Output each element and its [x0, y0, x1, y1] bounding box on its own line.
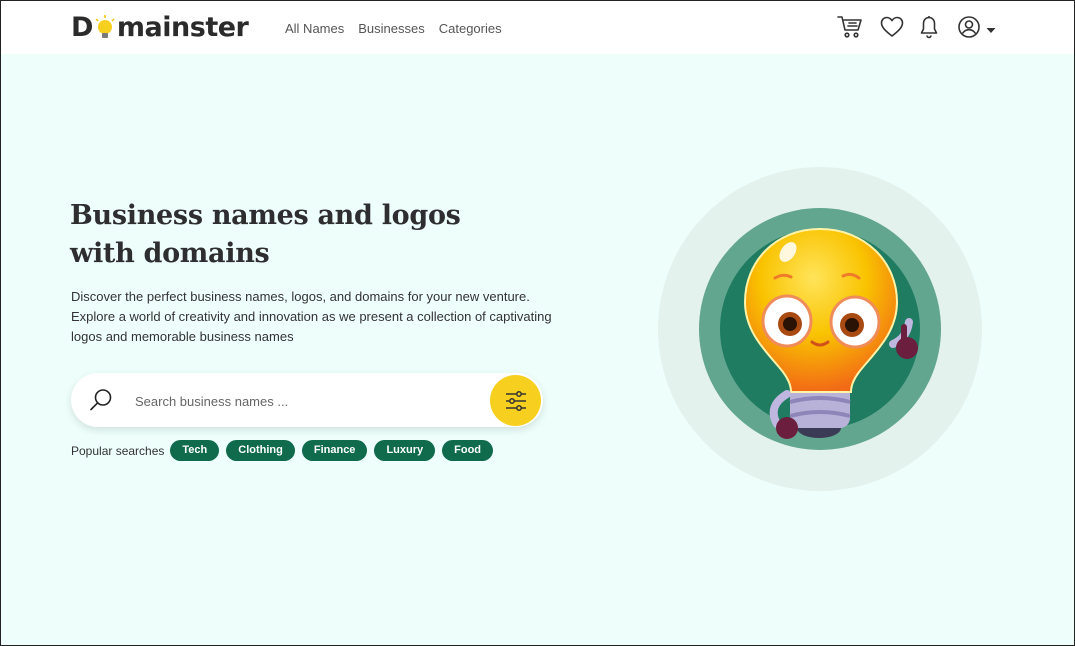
hero-description: Discover the perfect business names, log… — [71, 287, 581, 347]
filter-sliders-icon — [505, 390, 526, 411]
main-nav: All Names Businesses Categories — [285, 21, 502, 36]
title-line-1: Business names and logos — [70, 200, 461, 231]
description-line-1: Discover the perfect business names, log… — [71, 289, 530, 304]
title-line-2: with domains — [70, 238, 270, 269]
nav-businesses[interactable]: Businesses — [358, 21, 424, 36]
cart-icon[interactable] — [837, 15, 863, 44]
top-bar: D mainster All Names Businesses Categori… — [1, 1, 1074, 54]
logo-text-start: D — [71, 12, 93, 43]
popular-searches: Popular searches Tech Clothing Finance L… — [71, 440, 500, 461]
caret-down-icon[interactable] — [985, 21, 997, 39]
header-actions — [837, 15, 997, 44]
search-icon[interactable] — [88, 387, 114, 418]
tag-finance[interactable]: Finance — [301, 440, 368, 461]
tag-luxury[interactable]: Luxury — [374, 440, 436, 461]
user-icon[interactable] — [957, 15, 981, 44]
filter-button[interactable] — [490, 375, 541, 426]
description-line-2: Explore a world of creativity and innova… — [71, 309, 552, 324]
logo[interactable]: D mainster — [71, 12, 249, 43]
nav-all-names[interactable]: All Names — [285, 21, 344, 36]
search-bar — [71, 373, 543, 427]
page-title: Business names and logos with domains — [70, 197, 490, 273]
tag-clothing[interactable]: Clothing — [226, 440, 295, 461]
lightbulb-logo-icon — [95, 14, 115, 38]
logo-text-end: mainster — [116, 12, 249, 43]
heart-icon[interactable] — [880, 16, 904, 43]
search-input[interactable] — [133, 390, 477, 412]
tag-food[interactable]: Food — [442, 440, 494, 461]
bell-icon[interactable] — [920, 15, 938, 44]
tag-tech[interactable]: Tech — [170, 440, 220, 461]
nav-categories[interactable]: Categories — [439, 21, 502, 36]
description-line-3: logos and memorable business names — [71, 329, 294, 344]
hero-illustration — [657, 166, 983, 492]
popular-searches-label: Popular searches — [71, 443, 165, 458]
